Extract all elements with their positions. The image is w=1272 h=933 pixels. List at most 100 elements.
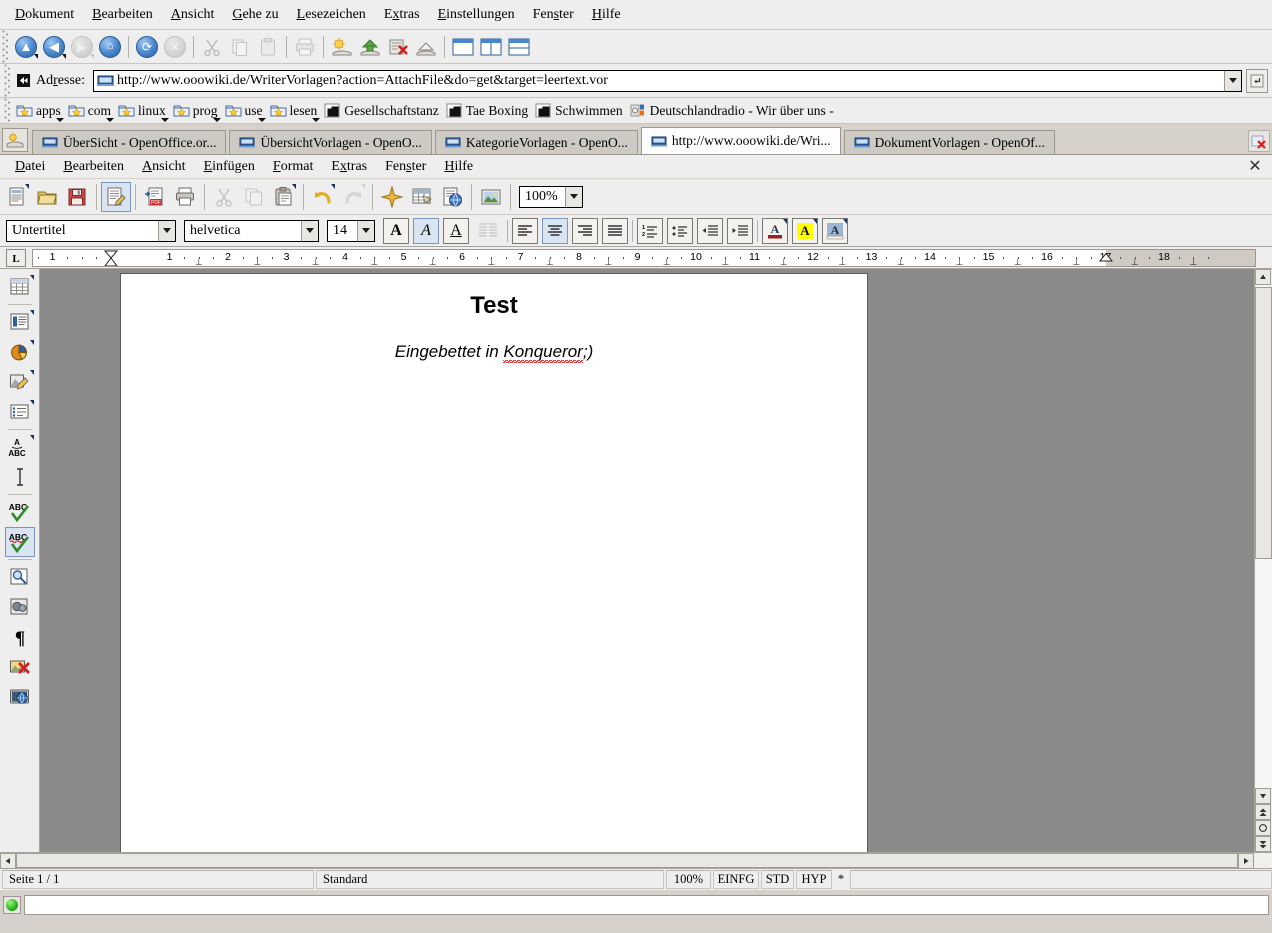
writer-menu-ansicht[interactable]: Ansicht xyxy=(133,156,195,178)
clear-address-icon[interactable] xyxy=(14,72,32,90)
font-name-dropdown-icon[interactable] xyxy=(301,220,318,241)
highlight-color-button[interactable]: A xyxy=(792,217,818,244)
align-justify-button[interactable] xyxy=(602,217,628,244)
close-icon[interactable] xyxy=(384,33,412,61)
menu-extras[interactable]: Extras xyxy=(375,3,429,27)
horizontal-scroll-thumb[interactable] xyxy=(16,853,1238,868)
navigation-button[interactable] xyxy=(1255,820,1271,836)
menu-lesezeichen[interactable]: Lesezeichen xyxy=(288,3,375,27)
scroll-right-button[interactable] xyxy=(1238,853,1254,869)
horizontal-ruler[interactable]: 1 1 ⊥ 2 ⊥ 3 ⊥ 4 ⊥ 5 ⊥ 6 ⊥ 7 ⊥ 8 ⊥ 9 ⊥ 10 ⊥ 11 ⊥ 12 ⊥ 13 ⊥ 14 ⊥ 15 ⊥ 16 ⊥… xyxy=(32,248,1256,267)
document-canvas[interactable]: Test Eingebettet in Konqueror;) xyxy=(40,269,1254,852)
writer-menu-hilfe[interactable]: Hilfe xyxy=(435,156,482,178)
background-color-button[interactable]: A xyxy=(822,217,848,244)
horizontal-scroll-track[interactable] xyxy=(16,853,1238,868)
insert-draw-icon[interactable] xyxy=(5,367,35,397)
insert-frame-icon[interactable] xyxy=(5,307,35,337)
open-document-icon[interactable] xyxy=(32,182,62,212)
address-text[interactable]: http://www.ooowiki.de/WriterVorlagen?act… xyxy=(117,73,1224,89)
navigator-star-icon[interactable] xyxy=(377,182,407,212)
tab-ubersichtvorlagen[interactable]: ÜbersichtVorlagen - OpenO... xyxy=(229,130,432,154)
increase-indent-button[interactable] xyxy=(727,217,753,244)
hyperlink-icon[interactable] xyxy=(437,182,467,212)
insert-field-icon[interactable] xyxy=(5,397,35,427)
autospellcheck-icon[interactable]: ABC xyxy=(4,527,35,557)
toolbar-grip[interactable] xyxy=(2,30,9,63)
bookmark-gesellschaftstanz[interactable]: Gesellschaftstanz xyxy=(322,102,443,120)
align-left-button[interactable] xyxy=(512,217,538,244)
writer-menu-datei[interactable]: Datei xyxy=(6,156,54,178)
zoom-combo[interactable]: 100% xyxy=(519,185,583,208)
menu-einstellungen[interactable]: Einstellungen xyxy=(429,3,524,27)
bullet-list-button[interactable] xyxy=(667,217,693,244)
paragraph-style-combo[interactable]: Untertitel xyxy=(6,219,176,242)
menu-dokument[interactable]: Dokument xyxy=(6,3,83,27)
back-icon[interactable]: ◀ xyxy=(40,33,68,61)
bookmark-tae-boxing[interactable]: Tae Boxing xyxy=(444,102,533,120)
insert-image-icon[interactable] xyxy=(476,182,506,212)
addressbar-grip[interactable] xyxy=(4,64,11,97)
close-embedded-icon[interactable]: ✕ xyxy=(1246,157,1264,175)
bookmark-deutschlandradio[interactable]: Deutschlandradio - Wir über uns - xyxy=(628,102,839,120)
find-replace-icon[interactable] xyxy=(5,562,35,592)
menu-hilfe[interactable]: Hilfe xyxy=(583,3,630,27)
print-icon[interactable] xyxy=(170,182,200,212)
horizontal-scrollbar[interactable] xyxy=(0,852,1272,869)
save-document-icon[interactable] xyxy=(62,182,92,212)
numbered-list-button[interactable]: 12 xyxy=(637,217,663,244)
insert-chart-icon[interactable] xyxy=(5,337,35,367)
formatting-marks-icon[interactable]: ¶ xyxy=(5,622,35,652)
bookmarkbar-grip[interactable] xyxy=(4,98,11,123)
bookmark-com[interactable]: com xyxy=(66,102,116,122)
special-character-icon[interactable]: A ABC xyxy=(5,432,35,462)
home-icon[interactable]: ⌂ xyxy=(96,33,124,61)
underline-button[interactable]: A xyxy=(443,217,469,244)
tab-stop-selector[interactable]: L xyxy=(6,248,26,267)
scroll-left-button[interactable] xyxy=(0,853,16,869)
view-split-vertical-icon[interactable] xyxy=(477,33,505,61)
left-indent-marker[interactable] xyxy=(103,250,119,266)
vertical-scrollbar[interactable] xyxy=(1254,269,1272,852)
menu-ansicht[interactable]: Ansicht xyxy=(162,3,224,27)
menu-fenster[interactable]: Fenster xyxy=(524,3,583,27)
vertical-scroll-track[interactable] xyxy=(1255,285,1272,788)
font-size-dropdown-icon[interactable] xyxy=(357,220,374,241)
align-center-button[interactable] xyxy=(542,217,568,244)
view-split-horizontal-icon[interactable] xyxy=(505,33,533,61)
bookmark-linux[interactable]: linux xyxy=(116,102,171,122)
writer-menu-bearbeiten[interactable]: Bearbeiten xyxy=(54,156,133,178)
font-size-combo[interactable]: 14 xyxy=(327,219,375,242)
bookmark-prog[interactable]: prog xyxy=(171,102,223,122)
next-page-button[interactable] xyxy=(1255,836,1271,852)
go-button[interactable] xyxy=(1246,68,1268,93)
writer-menu-fenster[interactable]: Fenster xyxy=(376,156,435,178)
address-dropdown-icon[interactable] xyxy=(1224,70,1241,91)
text-cursor-icon[interactable] xyxy=(5,462,35,492)
export-pdf-icon[interactable]: PDF xyxy=(140,182,170,212)
font-color-button[interactable]: A xyxy=(762,217,788,244)
open-icon[interactable] xyxy=(412,33,440,61)
online-layout-icon[interactable] xyxy=(5,682,35,712)
font-name-combo[interactable]: helvetica xyxy=(184,219,319,242)
italic-button[interactable]: A xyxy=(413,217,439,244)
document-page[interactable]: Test Eingebettet in Konqueror;) xyxy=(120,273,868,852)
gallery-icon[interactable] xyxy=(5,592,35,622)
address-input[interactable]: http://www.ooowiki.de/WriterVorlagen?act… xyxy=(93,69,1242,92)
menu-bearbeiten[interactable]: Bearbeiten xyxy=(83,3,162,27)
paragraph-style-dropdown-icon[interactable] xyxy=(158,220,175,241)
tab-dokumentvorlagen[interactable]: DokumentVorlagen - OpenOf... xyxy=(843,130,1055,154)
bookmark-schwimmen[interactable]: Schwimmen xyxy=(533,102,628,120)
new-window-icon[interactable] xyxy=(328,33,356,61)
previous-page-button[interactable] xyxy=(1255,804,1271,820)
save-icon[interactable] xyxy=(356,33,384,61)
zoom-dropdown-icon[interactable] xyxy=(565,186,582,207)
bookmark-lesen[interactable]: lesen xyxy=(268,102,323,122)
tab-kategorievorlagen[interactable]: KategorieVorlagen - OpenO... xyxy=(434,130,638,154)
edit-file-icon[interactable] xyxy=(101,181,131,212)
scroll-up-button[interactable] xyxy=(1255,269,1271,285)
close-tab-icon[interactable] xyxy=(1248,130,1270,152)
bookmark-apps[interactable]: apps xyxy=(14,102,66,122)
up-icon[interactable]: ▲ xyxy=(12,33,40,61)
paste-icon[interactable] xyxy=(269,182,299,212)
bold-button[interactable]: A xyxy=(383,217,409,244)
